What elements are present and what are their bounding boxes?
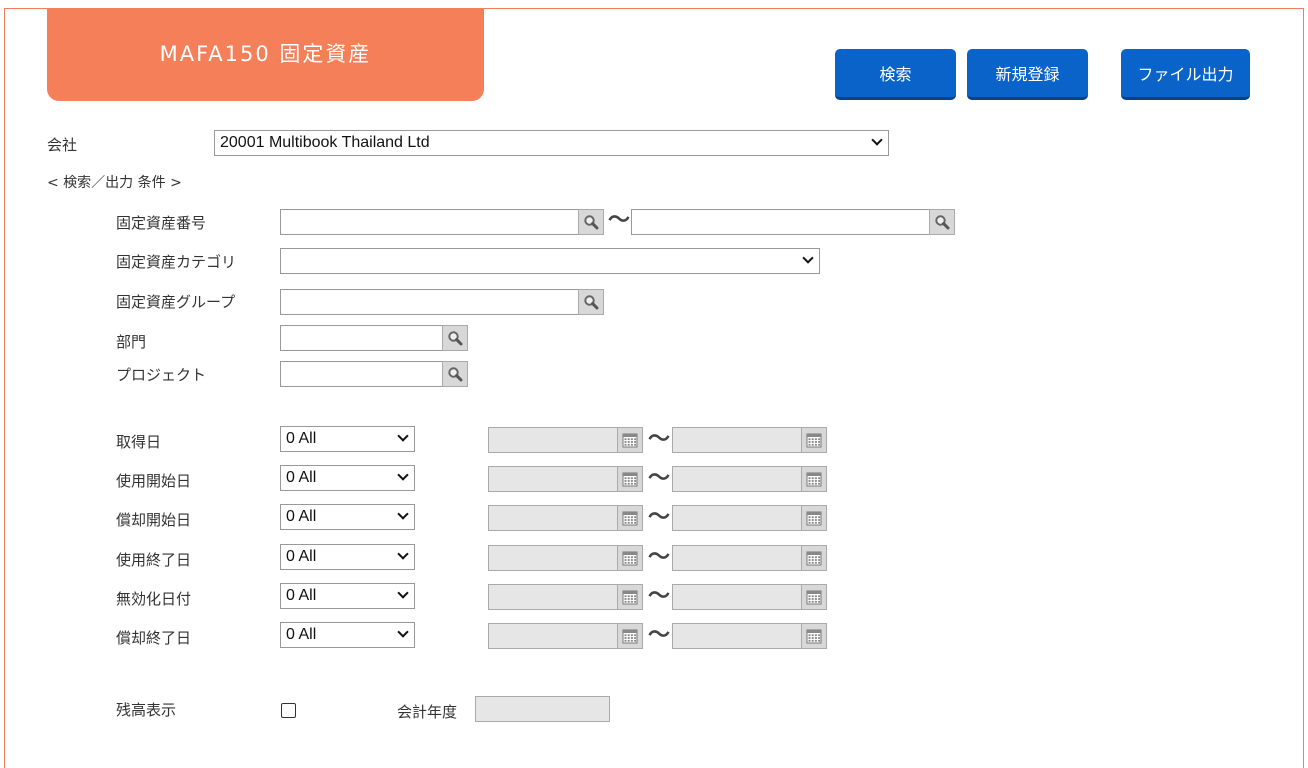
- range-separator: 〜: [648, 584, 671, 609]
- conditions-heading: < 検索／出力 条件 >: [47, 175, 182, 191]
- date-filter-select[interactable]: 0 All: [280, 426, 415, 452]
- page-title-text: MAFA150 固定資産: [159, 41, 372, 66]
- company-select[interactable]: 20001 Multibook Thailand Ltd: [214, 130, 889, 156]
- chevron-down-icon: [397, 626, 409, 638]
- project-label: プロジェクト: [116, 366, 207, 384]
- calendar-icon[interactable]: [617, 545, 643, 571]
- page-frame: [4, 8, 1304, 768]
- range-separator: 〜: [648, 545, 671, 570]
- calendar-icon[interactable]: [801, 545, 827, 571]
- chevron-down-icon: [397, 508, 409, 520]
- date-filter-select-value: 0 All: [286, 626, 317, 643]
- date-filter-label: 使用終了日: [116, 551, 192, 569]
- department-label: 部門: [116, 333, 147, 351]
- asset-group-input[interactable]: [280, 289, 579, 315]
- date-filter-select[interactable]: 0 All: [280, 465, 415, 491]
- range-separator: 〜: [648, 505, 671, 530]
- search-icon[interactable]: [578, 289, 604, 315]
- calendar-icon[interactable]: [617, 584, 643, 610]
- search-icon[interactable]: [442, 361, 468, 387]
- search-icon[interactable]: [578, 209, 604, 235]
- date-to-input[interactable]: [672, 427, 802, 453]
- date-filter-label: 償却終了日: [116, 629, 192, 647]
- balance-display-label: 残高表示: [116, 701, 177, 719]
- date-to-input[interactable]: [672, 505, 802, 531]
- date-to-input[interactable]: [672, 466, 802, 492]
- date-from-input[interactable]: [488, 427, 618, 453]
- date-filter-select-value: 0 All: [286, 508, 317, 525]
- chevron-down-icon: [871, 134, 883, 146]
- balance-display-checkbox[interactable]: [281, 703, 296, 718]
- chevron-down-icon: [397, 548, 409, 560]
- file-export-button[interactable]: ファイル出力: [1121, 49, 1250, 100]
- new-entry-button[interactable]: 新規登録: [967, 49, 1088, 100]
- date-filter-label: 取得日: [116, 433, 162, 451]
- date-filter-label: 使用開始日: [116, 472, 192, 490]
- date-filter-select[interactable]: 0 All: [280, 544, 415, 570]
- search-button[interactable]: 検索: [835, 49, 956, 100]
- date-from-input[interactable]: [488, 466, 618, 492]
- asset-group-label: 固定資産グループ: [116, 293, 236, 311]
- date-filter-select[interactable]: 0 All: [280, 583, 415, 609]
- date-from-input[interactable]: [488, 584, 618, 610]
- company-select-value: 20001 Multibook Thailand Ltd: [220, 134, 430, 151]
- date-filter-label: 無効化日付: [116, 590, 192, 608]
- search-icon[interactable]: [442, 325, 468, 351]
- calendar-icon[interactable]: [801, 584, 827, 610]
- asset-category-select[interactable]: [280, 248, 820, 274]
- date-filter-select[interactable]: 0 All: [280, 504, 415, 530]
- calendar-icon[interactable]: [801, 505, 827, 531]
- calendar-icon[interactable]: [617, 466, 643, 492]
- asset-category-label: 固定資産カテゴリ: [116, 253, 237, 271]
- calendar-icon[interactable]: [801, 623, 827, 649]
- date-from-input[interactable]: [488, 623, 618, 649]
- asset-number-label: 固定資産番号: [116, 214, 207, 232]
- chevron-down-icon: [397, 587, 409, 599]
- fiscal-year-label: 会計年度: [397, 703, 458, 721]
- calendar-icon[interactable]: [617, 427, 643, 453]
- range-separator: 〜: [648, 427, 671, 452]
- date-filter-select-value: 0 All: [286, 430, 317, 447]
- date-filter-select-value: 0 All: [286, 469, 317, 486]
- department-input[interactable]: [280, 325, 443, 351]
- date-filter-label: 償却開始日: [116, 511, 192, 529]
- project-input[interactable]: [280, 361, 443, 387]
- range-separator: 〜: [648, 466, 671, 491]
- company-label: 会社: [47, 136, 78, 154]
- calendar-icon[interactable]: [617, 623, 643, 649]
- date-from-input[interactable]: [488, 505, 618, 531]
- chevron-down-icon: [397, 430, 409, 442]
- date-to-input[interactable]: [672, 584, 802, 610]
- page-title: MAFA150 固定資産: [47, 8, 484, 101]
- search-icon[interactable]: [929, 209, 955, 235]
- date-filter-select-value: 0 All: [286, 548, 317, 565]
- calendar-icon[interactable]: [801, 466, 827, 492]
- date-to-input[interactable]: [672, 545, 802, 571]
- date-filter-select[interactable]: 0 All: [280, 622, 415, 648]
- calendar-icon[interactable]: [801, 427, 827, 453]
- date-from-input[interactable]: [488, 545, 618, 571]
- fiscal-year-input[interactable]: [475, 696, 610, 722]
- range-separator: 〜: [648, 623, 671, 648]
- chevron-down-icon: [802, 252, 814, 264]
- chevron-down-icon: [397, 469, 409, 481]
- date-filter-select-value: 0 All: [286, 587, 317, 604]
- asset-number-to-input[interactable]: [631, 209, 930, 235]
- asset-number-from-input[interactable]: [280, 209, 579, 235]
- range-separator: 〜: [608, 208, 631, 233]
- calendar-icon[interactable]: [617, 505, 643, 531]
- date-to-input[interactable]: [672, 623, 802, 649]
